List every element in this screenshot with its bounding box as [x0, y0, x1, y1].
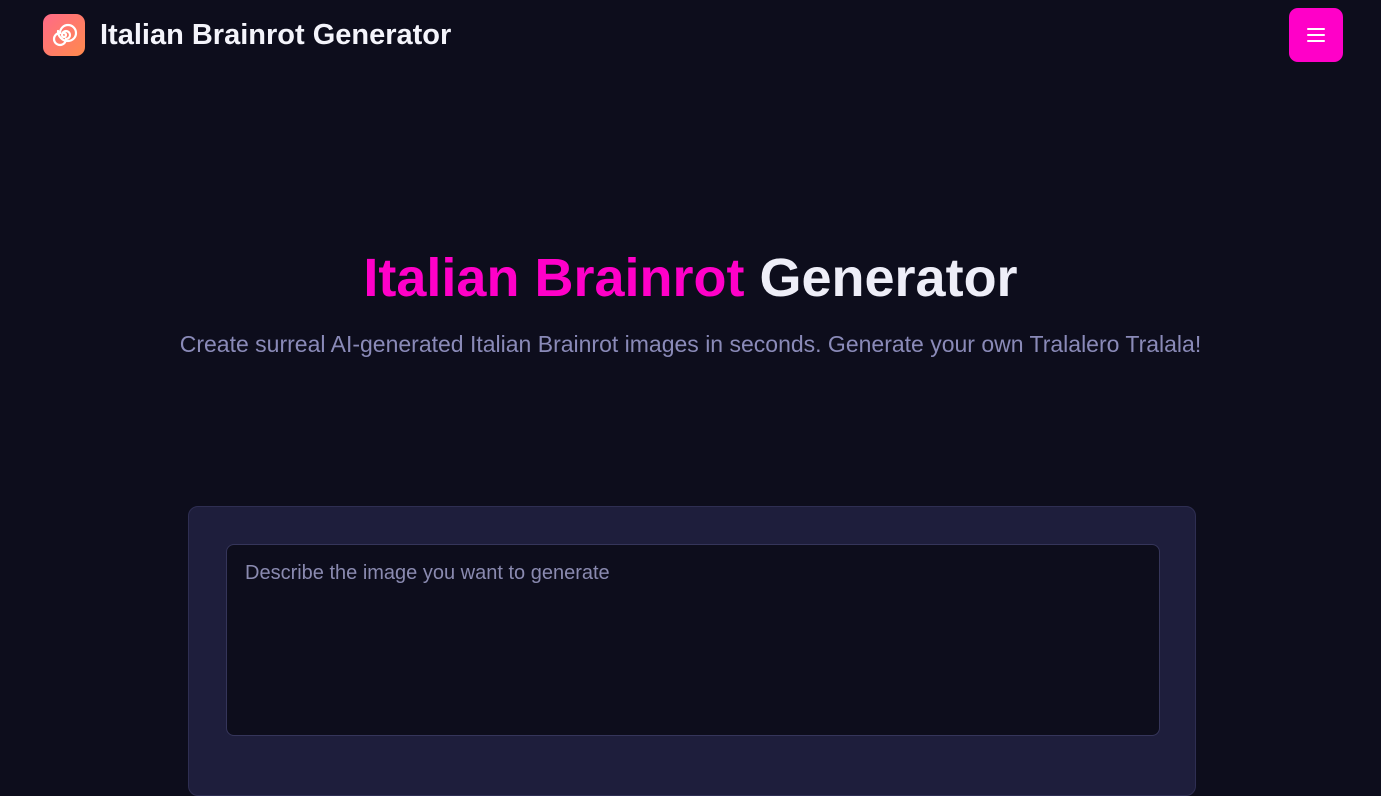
hero-subtitle: Create surreal AI-generated Italian Brai…	[179, 331, 1202, 357]
hamburger-menu-icon	[1307, 28, 1325, 42]
brand-title[interactable]: Italian Brainrot Generator	[100, 17, 451, 53]
menu-button[interactable]	[1289, 8, 1343, 62]
hero-title-accent: Italian Brainrot	[363, 248, 745, 308]
site-header: Italian Brainrot Generator	[0, 0, 1381, 70]
spiral-icon	[52, 23, 78, 47]
hero-title: Italian Brainrot Generator	[0, 246, 1381, 310]
logo[interactable]	[43, 14, 85, 56]
prompt-input[interactable]	[226, 544, 1160, 736]
hero-title-plain: Generator	[759, 248, 1018, 308]
generator-card	[188, 506, 1196, 796]
